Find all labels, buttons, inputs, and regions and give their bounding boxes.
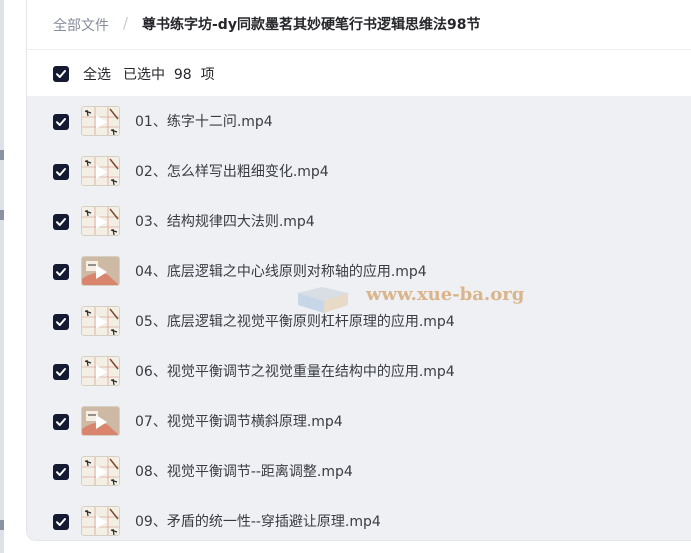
check-icon: [56, 168, 66, 176]
check-icon: [56, 218, 66, 226]
watermark-text: www.xue-ba.org: [366, 284, 525, 305]
file-checkbox[interactable]: [53, 114, 69, 130]
video-thumbnail[interactable]: [81, 106, 120, 136]
file-checkbox[interactable]: [53, 364, 69, 380]
file-list-panel: 全部文件 / 尊书练字坊-dy同款墨茗其妙硬笔行书逻辑思维法98节 全选 已选中…: [26, 0, 691, 541]
file-checkbox[interactable]: [53, 214, 69, 230]
file-name[interactable]: 01、练字十二问.mp4: [135, 111, 273, 131]
left-sidebar-edge: [0, 0, 4, 553]
file-row[interactable]: 02、怎么样写出粗细变化.mp4: [27, 146, 691, 196]
video-thumbnail[interactable]: [81, 356, 120, 386]
select-all-label[interactable]: 全选: [83, 64, 111, 84]
check-icon: [56, 468, 66, 476]
file-checkbox[interactable]: [53, 514, 69, 530]
file-name[interactable]: 09、矛盾的统一性--穿插避让原理.mp4: [135, 511, 381, 531]
play-icon: [96, 315, 107, 329]
breadcrumb-root-link[interactable]: 全部文件: [53, 15, 109, 35]
file-checkbox[interactable]: [53, 314, 69, 330]
file-name[interactable]: 08、视觉平衡调节--距离调整.mp4: [135, 461, 353, 481]
check-icon: [56, 268, 66, 276]
breadcrumb-separator: /: [123, 14, 129, 32]
file-checkbox[interactable]: [53, 464, 69, 480]
sidebar-marker: [0, 150, 4, 160]
selected-count: 已选中 98 项: [123, 67, 215, 83]
file-name[interactable]: 03、结构规律四大法则.mp4: [135, 211, 315, 231]
video-thumbnail[interactable]: [81, 156, 120, 186]
sidebar-marker: [0, 520, 4, 530]
play-icon: [96, 515, 107, 529]
file-row[interactable]: 07、视觉平衡调节横斜原理.mp4: [27, 396, 691, 446]
file-checkbox[interactable]: [53, 414, 69, 430]
play-icon: [96, 415, 107, 429]
video-thumbnail[interactable]: [81, 506, 120, 536]
file-row[interactable]: 09、矛盾的统一性--穿插避让原理.mp4: [27, 496, 691, 540]
select-all-checkbox[interactable]: [53, 66, 69, 82]
play-icon: [96, 465, 107, 479]
watermark: www.xue-ba.org: [296, 275, 526, 325]
video-thumbnail[interactable]: [81, 256, 120, 286]
file-checkbox[interactable]: [53, 264, 69, 280]
file-checkbox[interactable]: [53, 164, 69, 180]
check-icon: [56, 368, 66, 376]
check-icon: [56, 518, 66, 526]
file-name[interactable]: 07、视觉平衡调节横斜原理.mp4: [135, 411, 343, 431]
video-thumbnail[interactable]: [81, 306, 120, 336]
file-row[interactable]: 08、视觉平衡调节--距离调整.mp4: [27, 446, 691, 496]
video-thumbnail[interactable]: [81, 406, 120, 436]
file-row[interactable]: 06、视觉平衡调节之视觉重量在结构中的应用.mp4: [27, 346, 691, 396]
play-icon: [96, 265, 107, 279]
play-icon: [96, 215, 107, 229]
play-icon: [96, 115, 107, 129]
selection-bar: 全选 已选中 98 项: [27, 50, 691, 96]
breadcrumb-current-folder: 尊书练字坊-dy同款墨茗其妙硬笔行书逻辑思维法98节: [142, 17, 481, 33]
check-icon: [56, 70, 66, 78]
check-icon: [56, 418, 66, 426]
file-row[interactable]: 01、练字十二问.mp4: [27, 96, 691, 146]
play-icon: [96, 365, 107, 379]
play-icon: [96, 165, 107, 179]
file-name[interactable]: 02、怎么样写出粗细变化.mp4: [135, 161, 329, 181]
sidebar-marker: [0, 210, 4, 220]
check-icon: [56, 118, 66, 126]
file-row[interactable]: 03、结构规律四大法则.mp4: [27, 196, 691, 246]
file-name[interactable]: 06、视觉平衡调节之视觉重量在结构中的应用.mp4: [135, 361, 455, 381]
breadcrumb: 全部文件 / 尊书练字坊-dy同款墨茗其妙硬笔行书逻辑思维法98节: [27, 0, 691, 50]
check-icon: [56, 318, 66, 326]
video-thumbnail[interactable]: [81, 456, 120, 486]
video-thumbnail[interactable]: [81, 206, 120, 236]
book-icon: [298, 287, 348, 313]
